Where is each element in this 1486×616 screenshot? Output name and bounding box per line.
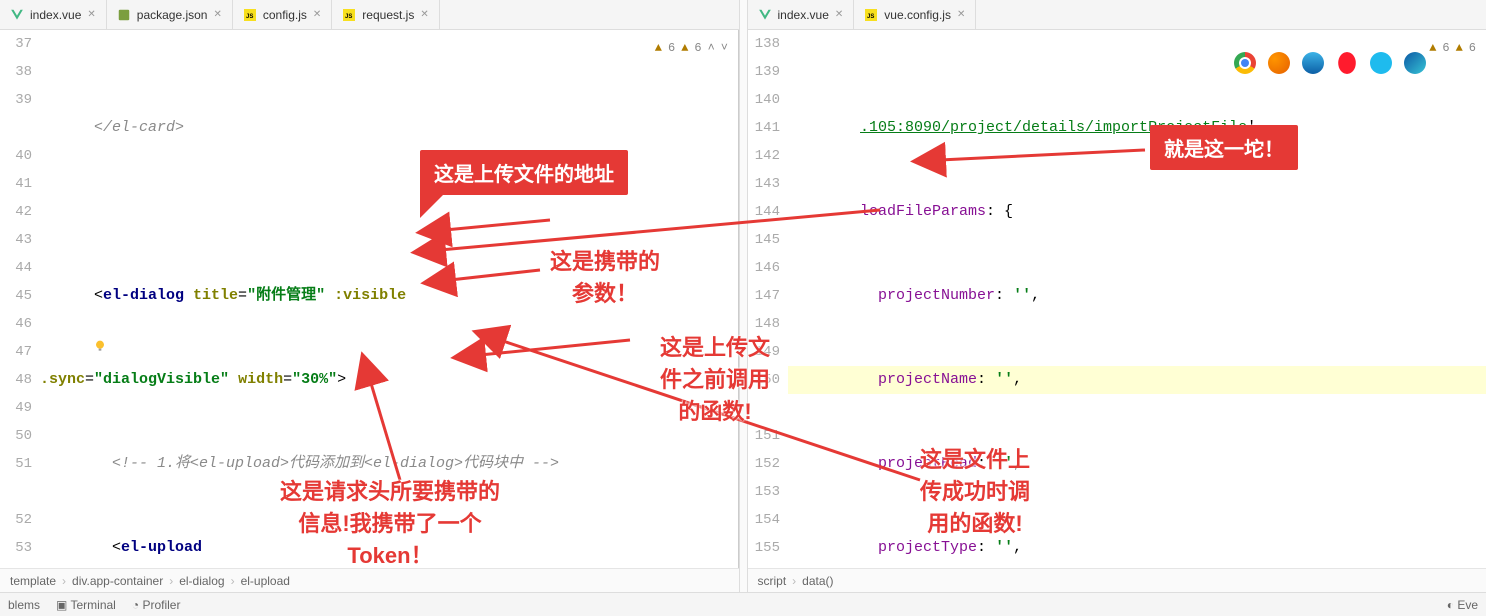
svg-text:JS: JS [246,14,253,20]
opera-icon[interactable] [1336,52,1358,74]
js-icon: JS [864,8,878,22]
safari-icon[interactable] [1302,52,1324,74]
vue-icon [10,8,24,22]
tab-package-json[interactable]: package.json ✕ [107,0,233,29]
close-icon[interactable]: ✕ [957,9,965,20]
ie-icon[interactable] [1370,52,1392,74]
tab-label: package.json [137,8,208,22]
right-editor[interactable]: 138 139 140 141 142 143 144 145 146 147 … [748,30,1486,568]
tab-index-vue[interactable]: index.vue ✕ [0,0,107,29]
terminal-tab[interactable]: ▣ Terminal [56,598,116,612]
breadcrumb-left[interactable]: template› div.app-container› el-dialog› … [0,568,739,592]
tab-label: index.vue [30,8,81,22]
svg-text:JS: JS [867,14,874,20]
chevron-up-icon[interactable]: ˄ [708,34,715,62]
warning-icon: ▲ [1456,34,1463,62]
close-icon[interactable]: ✕ [87,9,95,20]
tab-label: index.vue [778,8,829,22]
edge-icon[interactable] [1404,52,1426,74]
js-icon: JS [243,8,257,22]
tab-request-js[interactable]: JS request.js ✕ [332,0,439,29]
close-icon[interactable]: ✕ [213,9,221,20]
profiler-tab[interactable]: ◔ Profiler [132,598,181,612]
left-gutter: 37 38 39 40 41 42 43 44 45 46 47 48 49 5… [0,30,40,568]
left-editor[interactable]: 37 38 39 40 41 42 43 44 45 46 47 48 49 5… [0,30,739,568]
warning-icon: ▲ [1429,34,1436,62]
tab-config-js[interactable]: JS config.js ✕ [233,0,332,29]
chrome-icon[interactable] [1234,52,1256,74]
left-tabs: index.vue ✕ package.json ✕ JS config.js … [0,0,739,30]
problems-tab[interactable]: blems [8,598,40,612]
annotation-right-blob: 就是这一坨！ [1150,125,1298,170]
bottom-toolbar: blems ▣ Terminal ◔ Profiler ◐ Eve [0,592,1486,616]
bulb-icon[interactable] [92,338,108,354]
pkg-icon [117,8,131,22]
firefox-icon[interactable] [1268,52,1290,74]
annotation-upload-url: 这是上传文件的地址 [420,150,628,195]
tab-label: config.js [263,8,307,22]
tab-label: vue.config.js [884,8,951,22]
warning-icon: ▲ [681,34,688,62]
close-icon[interactable]: ✕ [835,9,843,20]
inspections-left[interactable]: ▲6 ▲6 ˄ ˅ [655,34,728,62]
right-code[interactable]: ▲6 ▲6 .105:8090/project/details/importPr… [788,30,1486,568]
breadcrumb-right[interactable]: script› data() [748,568,1486,592]
svg-text:JS: JS [345,14,352,20]
tab-index-vue-right[interactable]: index.vue ✕ [748,0,855,29]
tab-label: request.js [362,8,414,22]
js-icon: JS [342,8,356,22]
right-gutter: 138 139 140 141 142 143 144 145 146 147 … [748,30,788,568]
chevron-down-icon[interactable]: ˅ [721,34,728,62]
close-icon[interactable]: ✕ [313,9,321,20]
vue-icon [758,8,772,22]
tab-vue-config[interactable]: JS vue.config.js ✕ [854,0,976,29]
left-code[interactable]: ▲6 ▲6 ˄ ˅ </el-card> <el-dialog title="附… [40,30,738,568]
warning-icon: ▲ [655,34,662,62]
splitter[interactable] [739,30,748,568]
events-tab[interactable]: ◐ Eve [1447,598,1478,612]
close-icon[interactable]: ✕ [420,9,428,20]
browser-icons [1234,52,1426,74]
right-tabs: index.vue ✕ JS vue.config.js ✕ [748,0,1486,30]
inspections-right[interactable]: ▲6 ▲6 [1429,34,1476,62]
